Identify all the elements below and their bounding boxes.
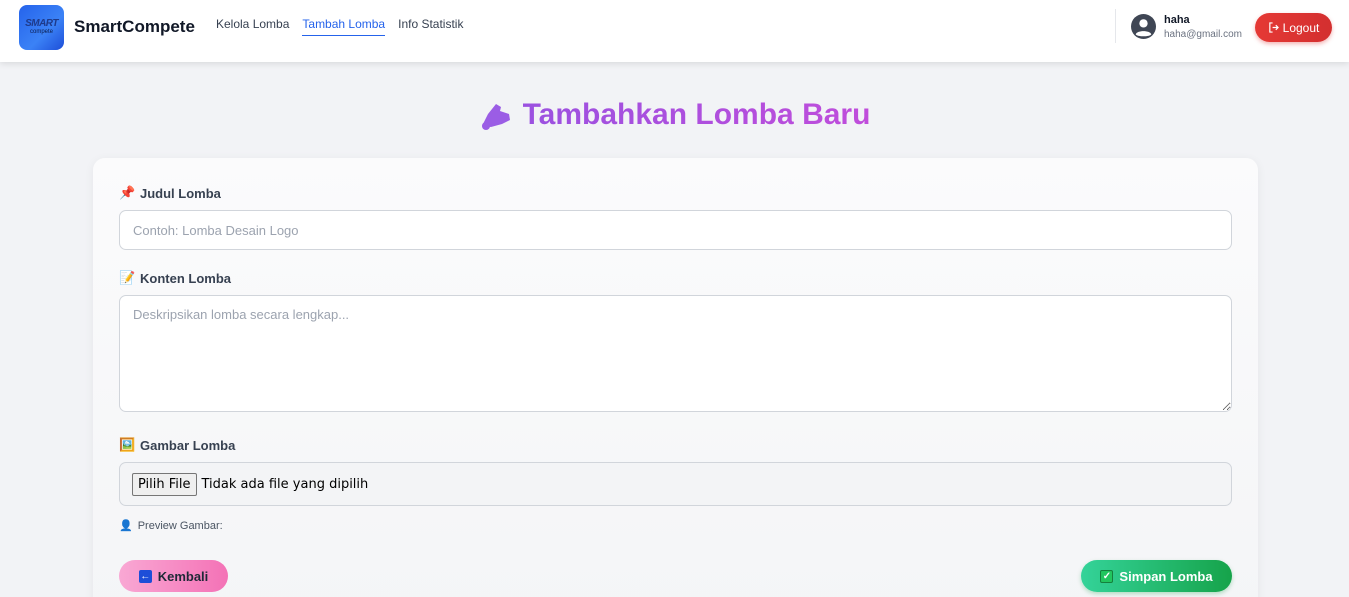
back-arrow-icon: ← [138, 569, 152, 583]
user-name: haha [1164, 14, 1190, 26]
file-status: Tidak ada file yang dipilih [201, 476, 369, 492]
judul-label: 📌 Judul Lomba [119, 185, 221, 201]
nav-link-kelola-lomba[interactable]: Kelola Lomba [216, 17, 289, 36]
check-icon: ✓ [1100, 569, 1114, 583]
person-icon: 👤 [119, 520, 133, 532]
gambar-label: 🖼️ Gambar Lomba [119, 437, 235, 453]
nav-divider [1115, 9, 1116, 43]
logout-label: Logout [1282, 20, 1320, 35]
file-input[interactable]: Pilih File Tidak ada file yang dipilih [119, 462, 1232, 506]
app-logo[interactable]: SMART compete [19, 5, 64, 50]
logout-icon [1268, 22, 1279, 33]
gambar-label-text: Gambar Lomba [140, 437, 236, 453]
navbar: SMART compete SmartCompete Kelola Lomba … [0, 0, 1349, 62]
logout-button[interactable]: Logout [1255, 13, 1332, 42]
konten-label: 📝 Konten Lomba [119, 270, 231, 286]
choose-file-button[interactable]: Pilih File [132, 472, 197, 496]
konten-label-text: Konten Lomba [140, 270, 231, 286]
user-avatar-icon[interactable] [1131, 14, 1156, 39]
page-title-text: Tambahkan Lomba Baru [522, 98, 871, 131]
nav-link-tambah-lomba[interactable]: Tambah Lomba [302, 17, 386, 36]
page-title: Tambahkan Lomba Baru [0, 98, 1349, 132]
back-button-label: Kembali [157, 568, 209, 584]
user-email: haha@gmail.com [1164, 29, 1242, 40]
judul-input[interactable] [119, 210, 1232, 250]
picture-icon: 🖼️ [119, 437, 136, 452]
save-button-label: Simpan Lomba [1119, 568, 1213, 584]
logo-text-top: SMART [25, 18, 58, 29]
back-button[interactable]: ← Kembali [119, 560, 228, 592]
judul-label-text: Judul Lomba [140, 185, 221, 201]
megaphone-icon [481, 104, 510, 130]
preview-label-text: Preview Gambar: [137, 519, 223, 532]
memo-icon: 📝 [119, 270, 136, 285]
nav-links: Kelola Lomba Tambah Lomba Info Statistik [216, 17, 463, 36]
preview-label: 👤 Preview Gambar: [119, 519, 223, 533]
konten-textarea[interactable] [119, 295, 1232, 412]
nav-link-info-statistik[interactable]: Info Statistik [398, 17, 463, 36]
brand-name[interactable]: SmartCompete [74, 17, 195, 37]
logo-text-bottom: compete [29, 29, 53, 35]
pushpin-icon: 📌 [119, 185, 136, 200]
save-button[interactable]: ✓ Simpan Lomba [1081, 560, 1232, 592]
